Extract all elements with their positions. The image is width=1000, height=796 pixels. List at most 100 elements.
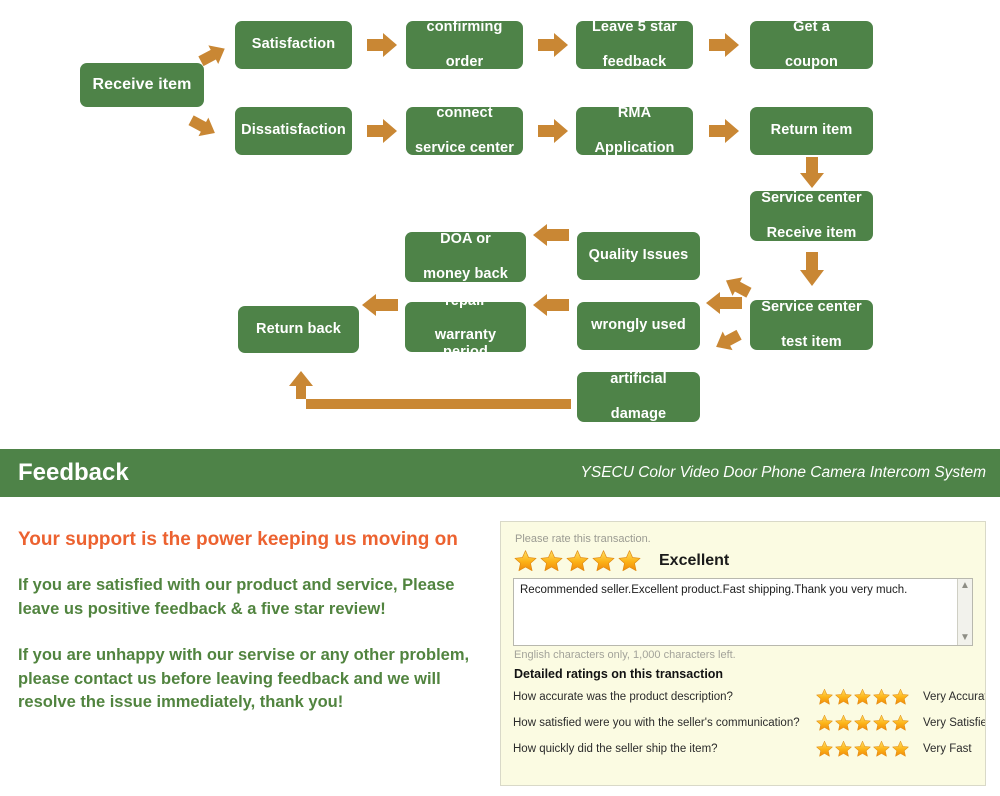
flow-node-label: order: [445, 53, 484, 70]
ebay-feedback-form-panel: Please rate this transaction. Excellent …: [500, 521, 986, 786]
star-icon: [835, 714, 852, 731]
flow-node-service-center-receive: Service center Receive item: [750, 190, 873, 241]
star-icon: [873, 714, 890, 731]
flow-node-label: coupon: [785, 53, 838, 70]
arrow-confirming-to-leave-feedback: [538, 33, 568, 57]
star-icon: [835, 740, 852, 757]
flow-node-label: Satisfaction: [251, 36, 336, 53]
flow-node-return-item: Return item: [750, 107, 873, 155]
star-icon: [892, 740, 909, 757]
star-icon: [873, 740, 890, 757]
star-icon: [854, 740, 871, 757]
flow-node-leave-5-star-feedback: Leave 5 star feedback: [576, 19, 693, 70]
returns-process-flowchart: Receive item Satisfaction confirming order L…: [0, 0, 1000, 440]
product-name-subtitle: YSECU Color Video Door Phone Camera Inte…: [580, 464, 986, 481]
arrow-repair-to-return-back: [362, 294, 398, 316]
flow-node-label: Service center: [761, 190, 862, 207]
star-icon: [618, 550, 641, 572]
star-icon: [835, 688, 852, 705]
flow-node-connect-service-center: connect service center: [406, 105, 523, 156]
flow-node-label: Return back: [256, 320, 341, 337]
flow-node-label: artificial: [610, 371, 667, 388]
page-root: Receive item Satisfaction confirming order L…: [0, 0, 1000, 796]
flow-node-get-a-coupon: Get a coupon: [750, 19, 873, 70]
overall-rating-row: Excellent: [513, 549, 973, 573]
copy-paragraph-unhappy: If you are unhappy with our servise or a…: [18, 645, 470, 712]
comment-textarea[interactable]: Recommended seller.Excellent product.Fas…: [514, 579, 957, 645]
feedback-copy-block: Your support is the power keeping us mov…: [18, 528, 498, 737]
detailed-rating-row: How satisfied were you with the seller's…: [513, 714, 985, 732]
flow-node-label: RMA: [617, 105, 652, 122]
detailed-rating-row: How quickly did the seller ship the item…: [513, 740, 973, 758]
flow-node-dissatisfaction: Dissatisfaction: [235, 107, 352, 155]
feedback-header-bar: Feedback YSECU Color Video Door Phone Ca…: [0, 449, 1000, 497]
feedback-title: Feedback: [18, 459, 129, 486]
flow-node-label: DOA or: [440, 231, 491, 248]
flow-node-label: warranty period: [434, 327, 497, 361]
star-icon: [592, 550, 615, 572]
flow-node-label: Receive item: [92, 75, 192, 93]
arrow-return-item-to-service-receive: [800, 157, 824, 188]
arrow-satisfaction-to-confirming: [367, 33, 397, 57]
arrow-wrongly-used-to-repair: [533, 294, 569, 316]
character-count-hint: English characters only, 1,000 character…: [514, 649, 736, 661]
flow-node-label: Return item: [770, 122, 853, 139]
flow-node-doa-or-money-back: DOA or money back: [405, 231, 526, 282]
rate-prompt-label: Please rate this transaction.: [515, 533, 651, 545]
copy-headline: Your support is the power keeping us mov…: [18, 529, 458, 550]
arrow-service-test-to-artificial-damage: [716, 329, 742, 351]
star-icon: [540, 550, 563, 572]
detailed-rating-stars: [815, 688, 915, 706]
overall-star-rating[interactable]: [513, 549, 643, 573]
arrow-artificial-damage-to-return-back: [289, 371, 571, 409]
flow-node-label: money back: [423, 265, 508, 282]
star-icon: [566, 550, 589, 572]
flow-node-label: damage: [610, 405, 667, 422]
flow-node-label: connect: [436, 105, 493, 122]
star-icon: [854, 688, 871, 705]
flow-node-label: feedback: [602, 53, 667, 70]
flow-node-artificial-damage: artificial damage: [577, 371, 700, 422]
chevron-down-icon[interactable]: ▼: [960, 633, 970, 643]
flow-node-service-center-test: Service center test item: [750, 299, 873, 350]
flow-node-quality-issues: Quality Issues: [577, 232, 700, 280]
star-icon: [873, 688, 890, 705]
flow-node-wrongly-used: wrongly used: [577, 302, 700, 350]
star-icon: [892, 688, 909, 705]
arrow-connect-to-rma: [538, 119, 568, 143]
flow-node-repair-warranty-period: repair warranty period: [405, 293, 526, 360]
flow-node-label: Dissatisfaction: [241, 122, 346, 139]
flow-node-label: confirming: [426, 19, 503, 36]
arrow-quality-issues-to-doa: [533, 224, 569, 246]
flow-node-receive-item: Receive item: [80, 63, 204, 107]
arrow-dissatisfaction-to-connect: [367, 119, 397, 143]
detailed-rating-question: How accurate was the product description…: [513, 691, 733, 703]
comment-scrollbar[interactable]: ▲ ▼: [957, 579, 972, 645]
detailed-ratings-title: Detailed ratings on this transaction: [514, 667, 724, 681]
flow-node-label: Quality Issues: [588, 247, 689, 264]
detailed-ratings-list: How accurate was the product description…: [513, 688, 985, 758]
flow-node-label: service center: [415, 139, 514, 156]
flow-node-label: test item: [781, 333, 842, 350]
chevron-up-icon[interactable]: ▲: [960, 581, 970, 591]
detailed-rating-label: Very Fast: [923, 743, 972, 755]
arrow-service-test-to-wrongly-used: [706, 292, 742, 314]
flow-node-label: Service center: [761, 299, 862, 316]
flow-node-label: repair: [445, 292, 486, 309]
star-icon: [514, 550, 537, 572]
detailed-rating-stars: [815, 740, 915, 758]
arrow-service-receive-to-service-test: [800, 252, 824, 286]
star-icon: [816, 714, 833, 731]
flow-node-label: wrongly used: [591, 317, 686, 334]
detailed-rating-stars: [815, 714, 915, 732]
detailed-rating-row: How accurate was the product description…: [513, 688, 985, 706]
flow-node-rma-application: RMA Application: [576, 105, 693, 156]
flow-node-label: Leave 5 star: [591, 19, 678, 36]
flow-node-return-back: Return back: [238, 306, 359, 353]
comment-textarea-wrapper[interactable]: Recommended seller.Excellent product.Fas…: [513, 578, 973, 646]
arrow-rma-to-return-item: [709, 119, 739, 143]
flow-node-label: Application: [594, 139, 675, 156]
flow-node-satisfaction: Satisfaction: [235, 21, 352, 69]
star-icon: [892, 714, 909, 731]
flow-node-confirming-order: confirming order: [406, 19, 523, 70]
